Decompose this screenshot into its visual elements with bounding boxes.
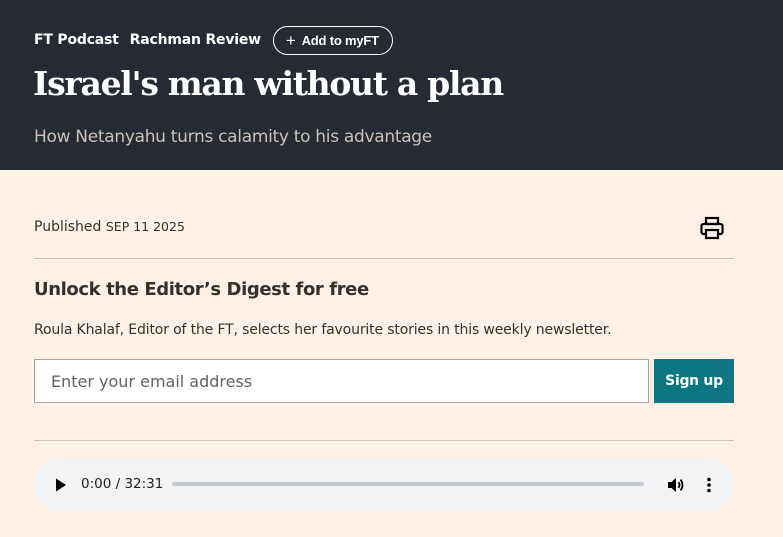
article-header: FT Podcast Rachman Review + Add to myFT … xyxy=(0,0,783,170)
time-display: 0:00 / 32:31 xyxy=(81,476,164,492)
article-title: Israel's man without a plan xyxy=(33,64,504,103)
tag-rachman-review[interactable]: Rachman Review xyxy=(130,32,261,48)
divider xyxy=(34,440,734,441)
email-field[interactable] xyxy=(34,359,649,403)
digest-title: Unlock the Editor’s Digest for free xyxy=(34,279,369,300)
published-date: SEP 11 2025 xyxy=(105,219,185,234)
plus-icon: + xyxy=(285,30,296,50)
more-vert-icon[interactable] xyxy=(699,475,719,495)
digest-description: Roula Khalaf, Editor of the FT, selects … xyxy=(34,322,612,338)
add-to-myft-button[interactable]: + Add to myFT xyxy=(272,25,393,55)
audio-player: 0:00 / 32:31 xyxy=(34,458,734,511)
published-label: Published xyxy=(34,219,102,235)
add-to-myft-label: Add to myFT xyxy=(301,32,379,48)
tag-ft-podcast[interactable]: FT Podcast xyxy=(34,32,119,48)
print-icon[interactable] xyxy=(699,215,725,241)
topic-tags: FT Podcast Rachman Review + Add to myFT xyxy=(34,25,393,55)
sign-up-button[interactable]: Sign up xyxy=(654,359,734,403)
progress-slider[interactable] xyxy=(172,482,644,486)
divider xyxy=(34,258,734,259)
published-info: Published SEP 11 2025 xyxy=(34,219,185,235)
play-icon[interactable] xyxy=(54,477,68,493)
volume-icon[interactable] xyxy=(666,475,686,495)
article-subtitle: How Netanyahu turns calamity to his adva… xyxy=(34,127,432,147)
